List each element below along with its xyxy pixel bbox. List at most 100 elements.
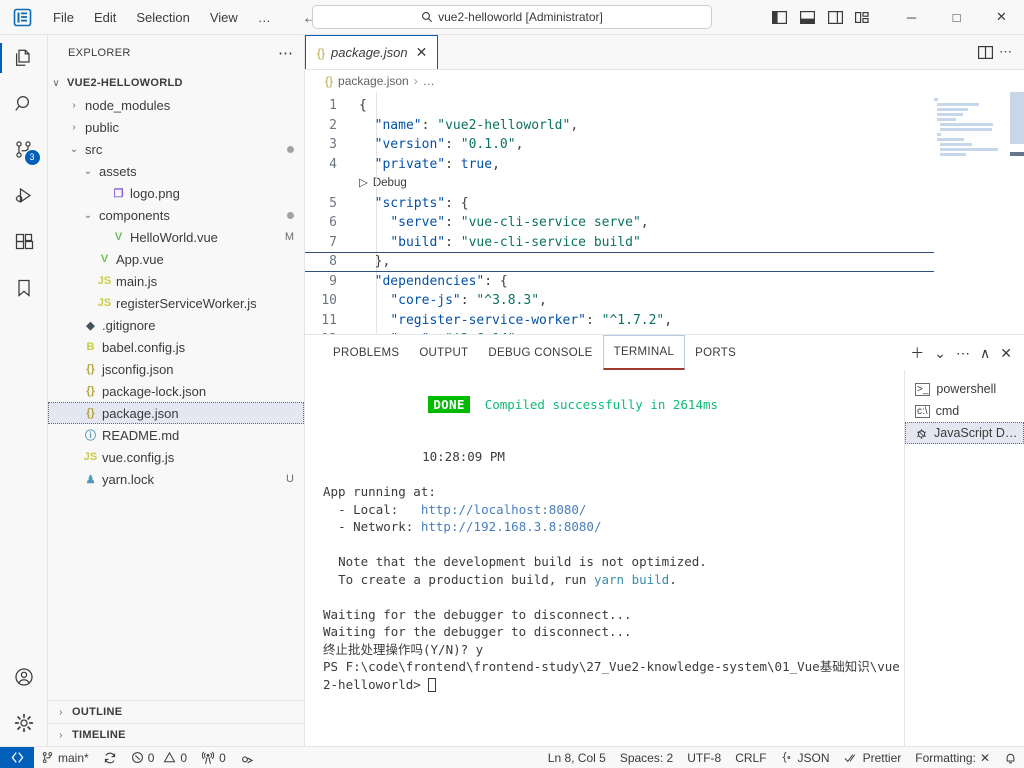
menu-edit[interactable]: Edit [85, 7, 125, 28]
status-branch[interactable]: main* [34, 747, 96, 768]
editor-scrollbar[interactable] [1010, 92, 1024, 334]
maximize-button[interactable]: □ [934, 0, 979, 34]
activity-item-source-control[interactable]: 3 [0, 127, 48, 173]
remote-window-icon[interactable] [0, 746, 34, 768]
network-url[interactable]: http://192.168.3.8:8080/ [421, 519, 602, 534]
editor-tab-package-json[interactable]: {} package.json ✕ [305, 35, 439, 69]
code-line[interactable]: 3 "version": "0.1.0", [305, 135, 1024, 155]
tree-item-gitignore[interactable]: ◆ .gitignore [48, 314, 304, 336]
tree-item-babel-config-js[interactable]: Βbabel.config.js [48, 336, 304, 358]
tree-item-app-vue[interactable]: V App.vue [48, 248, 304, 270]
terminal-prompt-line[interactable]: PS F:\code\frontend\frontend-study\27_Vu… [323, 658, 904, 693]
activity-item-extensions[interactable] [0, 219, 48, 265]
status-language-mode[interactable]: JSON [774, 747, 837, 768]
code-line[interactable]: 10 "core-js": "^3.8.3", [305, 291, 1024, 311]
code-line[interactable]: 12 "vue": "^2.6.14" [305, 330, 1024, 334]
breadcrumb-tail[interactable]: … [423, 74, 435, 88]
terminal-output[interactable]: DONE Compiled successfully in 2614ms 10:… [305, 370, 904, 746]
code-line[interactable]: 2 "name": "vue2-helloworld", [305, 116, 1024, 136]
status-eol[interactable]: CRLF [728, 747, 773, 768]
tree-item-jsconfig-json[interactable]: {} jsconfig.json [48, 358, 304, 380]
tree-item-assets[interactable]: ⌄ assets [48, 160, 304, 182]
panel-tab-problems[interactable]: PROBLEMS [323, 335, 409, 370]
terminal-tab-cmd[interactable]: c:\ cmd [905, 400, 1024, 422]
minimap[interactable] [934, 92, 1010, 334]
code-editor[interactable]: 1{2 "name": "vue2-helloworld", 3 "version… [305, 92, 1024, 334]
status-notifications[interactable] [997, 747, 1024, 768]
more-actions-icon[interactable]: ⋯ [999, 44, 1012, 60]
status-radio-tower[interactable]: 0 [194, 747, 233, 768]
toggle-primary-sidebar-icon[interactable] [767, 5, 791, 29]
code-line[interactable]: 7 "build": "vue-cli-service build" [305, 233, 1024, 253]
panel-more-actions-icon[interactable]: ⋯ [956, 346, 970, 360]
local-url[interactable]: http://localhost:8080/ [421, 502, 587, 517]
status-formatting[interactable]: Formatting: ✕ [908, 747, 997, 768]
code-line[interactable]: 9 "dependencies": { [305, 272, 1024, 292]
close-button[interactable]: ✕ [979, 0, 1024, 34]
code-line[interactable]: 5 "scripts": { [305, 194, 1024, 214]
status-debug[interactable] [233, 747, 261, 768]
activity-item-accounts[interactable] [0, 654, 48, 700]
chevron-down-icon[interactable]: ⌄ [80, 166, 96, 177]
tree-item-readme-md[interactable]: ⓘ README.md [48, 424, 304, 446]
close-icon[interactable]: ✕ [980, 751, 990, 765]
toggle-secondary-sidebar-icon[interactable] [823, 5, 847, 29]
maximize-panel-icon[interactable]: ∧ [980, 346, 990, 360]
tree-item-registerserviceworker-js[interactable]: JS registerServiceWorker.js [48, 292, 304, 314]
code-line[interactable]: 6 "serve": "vue-cli-service serve", [305, 213, 1024, 233]
activity-item-bookmarks[interactable] [0, 265, 48, 311]
sidebar-section-outline[interactable]: › OUTLINE [48, 700, 304, 723]
panel-tab-debug-console[interactable]: DEBUG CONSOLE [478, 335, 602, 370]
code-line[interactable]: 8 }, [305, 252, 1024, 272]
tree-item-node-modules[interactable]: › node_modules [48, 94, 304, 116]
chevron-down-icon[interactable]: ⌄ [80, 210, 96, 221]
status-prettier[interactable]: Prettier [837, 747, 909, 768]
panel-tab-output[interactable]: OUTPUT [409, 335, 478, 370]
close-panel-icon[interactable]: ✕ [1000, 346, 1012, 360]
status-editor-position[interactable]: Ln 8, Col 5 [541, 747, 613, 768]
minimize-button[interactable]: ─ [889, 0, 934, 34]
status-problems[interactable]: 0 0 [124, 747, 194, 768]
tree-item-package-json[interactable]: {} package.json [48, 402, 304, 424]
panel-tab-ports[interactable]: PORTS [685, 335, 746, 370]
tree-item-logo-png[interactable]: ❐ logo.png [48, 182, 304, 204]
terminal-tab-javascript-debug[interactable]: JavaScript D… [905, 422, 1024, 444]
tree-item-yarn-lock[interactable]: ♟ yarn.lock U [48, 468, 304, 490]
menu-file[interactable]: File [44, 7, 83, 28]
tree-root-row[interactable]: ∨ VUE2-HELLOWORLD [48, 72, 304, 94]
code-line[interactable]: 4 "private": true, [305, 155, 1024, 175]
chevron-right-icon[interactable]: › [66, 122, 82, 133]
activity-item-explorer[interactable] [0, 35, 48, 81]
breadcrumb[interactable]: {} package.json › … [305, 70, 1024, 92]
scrollbar-thumb[interactable] [1010, 92, 1024, 144]
activity-item-run-and-debug[interactable] [0, 173, 48, 219]
status-encoding[interactable]: UTF-8 [680, 747, 728, 768]
tree-item-vue-config-js[interactable]: JS vue.config.js [48, 446, 304, 468]
sidebar-section-timeline[interactable]: › TIMELINE [48, 723, 304, 746]
menu-view[interactable]: View [201, 7, 247, 28]
customize-layout-icon[interactable] [851, 5, 875, 29]
new-terminal-icon[interactable]: ＋ [910, 346, 924, 360]
tree-item-helloworld-vue[interactable]: V HelloWorld.vue M [48, 226, 304, 248]
command-center[interactable]: vue2-helloworld [Administrator] [312, 5, 712, 29]
chevron-down-icon[interactable]: ∨ [48, 78, 64, 89]
status-indentation[interactable]: Spaces: 2 [613, 747, 680, 768]
status-sync[interactable] [96, 747, 124, 768]
split-editor-icon[interactable] [978, 45, 993, 59]
panel-tab-terminal[interactable]: TERMINAL [602, 335, 686, 370]
tree-item-src[interactable]: ⌄ src [48, 138, 304, 160]
breadcrumb-file[interactable]: package.json [338, 74, 409, 88]
tree-item-main-js[interactable]: JS main.js [48, 270, 304, 292]
codelens-label[interactable]: Debug [373, 174, 407, 194]
chevron-down-icon[interactable]: ⌄ [66, 144, 82, 155]
toggle-panel-icon[interactable] [795, 5, 819, 29]
terminal-tab-powershell[interactable]: >_ powershell [905, 378, 1024, 400]
code-line[interactable]: 1{ [305, 96, 1024, 116]
activity-item-manage[interactable] [0, 700, 48, 746]
tree-item-package-lock-json[interactable]: {} package-lock.json [48, 380, 304, 402]
code-content[interactable]: 1{2 "name": "vue2-helloworld", 3 "version… [305, 92, 1024, 334]
play-icon[interactable]: ▷ [359, 174, 368, 194]
code-line[interactable]: 11 "register-service-worker": "^1.7.2", [305, 311, 1024, 331]
tree-item-public[interactable]: › public [48, 116, 304, 138]
menu-selection[interactable]: Selection [127, 7, 198, 28]
